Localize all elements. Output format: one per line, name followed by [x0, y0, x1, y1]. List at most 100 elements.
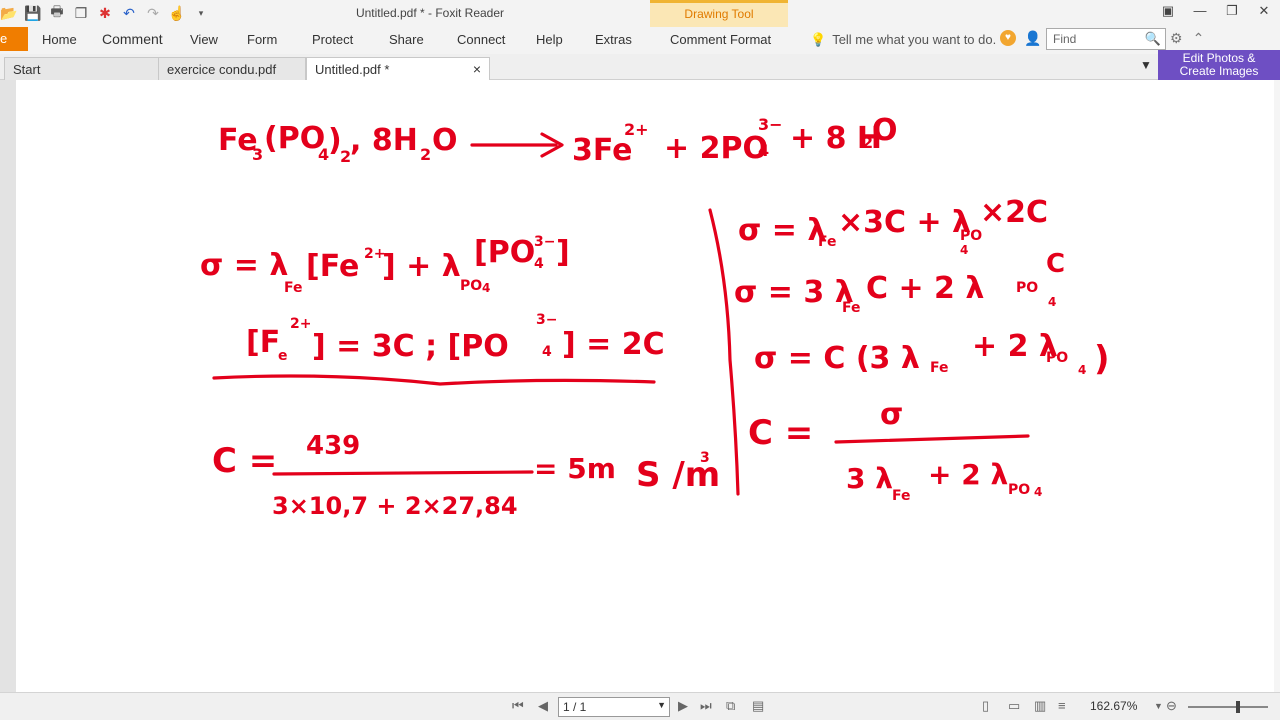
- ink-r1-sub4: 4: [960, 243, 968, 257]
- tab-comment-format[interactable]: Comment Format: [670, 32, 771, 47]
- insert-page-icon[interactable]: ⧉: [726, 698, 735, 714]
- tab-share[interactable]: Share: [389, 32, 424, 47]
- ink-l3-sub4: 4: [542, 344, 552, 360]
- ink-r3-close: ): [1094, 339, 1110, 379]
- handwritten-annotations: Fe 3 (PO 4 ) 2 , 8H 2 O 3Fe 2+ + 2PO 3− …: [200, 113, 1110, 520]
- drawing-tool-context-tab[interactable]: Drawing Tool: [650, 0, 788, 27]
- ink-l3-e: e: [278, 348, 288, 364]
- ribbon-tabs: e Home Comment View Form Protect Share C…: [0, 27, 1280, 54]
- ink-l3-f: [F: [246, 325, 280, 360]
- ink-l1-o2: O: [872, 113, 898, 148]
- continuous-view-icon[interactable]: ▭: [1008, 698, 1020, 714]
- facing-view-icon[interactable]: ▥: [1034, 698, 1046, 714]
- last-page-icon[interactable]: ⏭: [700, 698, 712, 714]
- ink-l4-c: C =: [212, 441, 277, 481]
- tab-label: Start: [13, 62, 41, 77]
- ink-r2-c: C + 2 λ: [866, 271, 984, 306]
- zoom-slider-handle[interactable]: [1236, 701, 1240, 713]
- find-input[interactable]: Find 🔍: [1046, 28, 1166, 50]
- ink-l4-sup3: 3: [700, 450, 710, 466]
- tab-exercice-condu[interactable]: exercice condu.pdf: [158, 57, 306, 80]
- ink-l1-po: (PO: [264, 121, 325, 156]
- ink-r1-2c: ×2C: [980, 195, 1048, 230]
- tab-home[interactable]: Home: [42, 32, 77, 47]
- ink-l2-sub4b: 4: [534, 256, 544, 272]
- tab-protect[interactable]: Protect: [312, 32, 353, 47]
- ink-l2-plus: ] + λ: [382, 249, 461, 284]
- tab-extras[interactable]: Extras: [595, 32, 632, 47]
- continuous-facing-view-icon[interactable]: ≡: [1058, 698, 1066, 713]
- right-toolbar: ⚙ ⌃: [1170, 30, 1204, 47]
- restore-ribbon-icon[interactable]: ▣: [1152, 3, 1184, 19]
- tab-comment[interactable]: Comment: [102, 31, 163, 47]
- lightbulb-icon: 💡: [810, 32, 827, 47]
- tell-me-box[interactable]: 💡 Tell me what you want to do.: [810, 32, 996, 48]
- page-indicator: 1 / 1: [563, 700, 587, 714]
- file-tab[interactable]: e: [0, 27, 28, 51]
- page-layout-icon[interactable]: ▤: [752, 698, 764, 714]
- heart-icon[interactable]: ♥: [1000, 30, 1016, 46]
- pdf-page[interactable]: Fe 3 (PO 4 ) 2 , 8H 2 O 3Fe 2+ + 2PO 3− …: [16, 80, 1274, 692]
- ink-r4-sub4: 4: [1034, 485, 1042, 499]
- ink-l4-result: = 5m: [534, 452, 616, 485]
- zoom-out-icon[interactable]: ⊖: [1166, 698, 1177, 714]
- tab-connect[interactable]: Connect: [457, 32, 505, 47]
- ink-l2-sigma: σ = λ: [200, 248, 288, 283]
- first-page-icon[interactable]: ⏮: [512, 698, 524, 714]
- tab-list-arrow-icon[interactable]: ▼: [1140, 58, 1152, 72]
- minimize-icon[interactable]: —: [1184, 3, 1216, 19]
- document-viewport[interactable]: Fe 3 (PO 4 ) 2 , 8H 2 O 3Fe 2+ + 2PO 3− …: [0, 80, 1280, 692]
- page-number-input[interactable]: 1 / 1 ▼: [558, 697, 670, 717]
- ink-l4-num: 439: [306, 431, 360, 461]
- tell-me-text: Tell me what you want to do.: [832, 32, 997, 47]
- ink-l2-close: ]: [556, 235, 570, 270]
- ink-l2-subpo: PO: [460, 278, 482, 294]
- ink-r1-3c: ×3C + λ: [838, 205, 971, 240]
- search-icon[interactable]: 🔍: [1145, 31, 1161, 47]
- ink-r2-subfe: Fe: [842, 300, 861, 316]
- ink-r3-subfe: Fe: [930, 360, 949, 376]
- gear-icon[interactable]: ⚙: [1170, 30, 1183, 47]
- ink-l1-8h: , 8H: [350, 123, 418, 158]
- zoom-dropdown-icon[interactable]: ▼: [1154, 701, 1163, 711]
- ink-r1-subfe: Fe: [818, 234, 837, 250]
- close-icon[interactable]: ✕: [1248, 3, 1280, 19]
- ink-r2-sigma: σ = 3 λ: [734, 275, 854, 310]
- single-page-view-icon[interactable]: ▯: [982, 698, 989, 714]
- tab-help[interactable]: Help: [536, 32, 563, 47]
- ink-fraction-bar: [272, 470, 534, 476]
- ink-l2-subfe: Fe: [284, 280, 303, 296]
- tab-start[interactable]: Start: [4, 57, 160, 80]
- chevron-down-icon[interactable]: ▼: [657, 700, 666, 710]
- ink-r2-sub4: 4: [1048, 295, 1056, 309]
- document-tab-bar: Start exercice condu.pdf Untitled.pdf * …: [0, 54, 1280, 80]
- ink-r4-subfe: Fe: [892, 488, 911, 504]
- maximize-icon[interactable]: ❐: [1216, 3, 1248, 19]
- tab-label: exercice condu.pdf: [167, 62, 277, 77]
- ink-l1-o: O: [432, 123, 458, 158]
- ink-r3-sub4: 4: [1078, 363, 1086, 377]
- ink-r3-2l: + 2 λ: [972, 329, 1058, 364]
- ink-r4-c: C =: [748, 413, 813, 453]
- right-scrollbar[interactable]: [1274, 80, 1280, 692]
- ink-r4-2l: + 2 λ: [928, 458, 1008, 491]
- tab-untitled[interactable]: Untitled.pdf * ×: [306, 57, 490, 80]
- ink-l1-sub4b: 4: [758, 141, 769, 160]
- tab-form[interactable]: Form: [247, 32, 277, 47]
- next-page-icon[interactable]: ▶: [678, 698, 688, 714]
- ink-l3-sup2p: 2+: [290, 316, 311, 332]
- zoom-level[interactable]: 162.67%: [1090, 699, 1137, 713]
- promo-line-2: Create Images: [1179, 64, 1259, 78]
- ink-l1-sup3m: 3−: [758, 115, 783, 134]
- close-tab-icon[interactable]: ×: [473, 61, 481, 77]
- chevron-up-icon[interactable]: ⌃: [1193, 30, 1205, 47]
- zoom-slider[interactable]: [1188, 701, 1268, 713]
- ink-l3-2c: ] = 2C: [562, 327, 665, 362]
- user-icon[interactable]: 👤: [1024, 30, 1041, 47]
- edit-photos-promo-button[interactable]: Edit Photos & Create Images: [1158, 50, 1280, 80]
- ink-r3-sigma: σ = C (3 λ: [754, 341, 920, 376]
- previous-page-icon[interactable]: ◀: [538, 698, 548, 714]
- tab-view[interactable]: View: [190, 32, 218, 47]
- ink-l2-fe: [Fe: [306, 249, 359, 284]
- ink-l3-eq: ] = 3C ; [PO: [312, 329, 509, 364]
